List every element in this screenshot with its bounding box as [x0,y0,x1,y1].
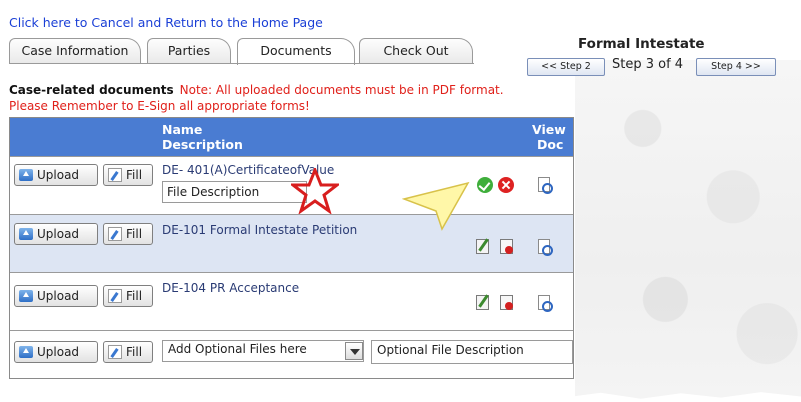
optional-file-description-input[interactable]: Optional File Description [371,340,573,364]
upload-icon [19,346,33,358]
tab-label: Case Information [21,43,129,58]
upload-button[interactable]: Upload [14,164,98,186]
tab-parties[interactable]: Parties [147,38,231,64]
file-description-input[interactable] [162,181,307,203]
upload-icon [19,290,33,302]
documents-table: Name Description View Doc Upload Fill DE… [9,117,574,379]
upload-label: Upload [37,168,80,182]
upload-label: Upload [37,289,80,303]
background-texture [575,60,801,402]
upload-icon [19,228,33,240]
upload-icon [19,169,33,181]
tab-check-out[interactable]: Check Out [359,38,473,64]
view-document-icon[interactable] [538,177,553,194]
form-title: Formal Intestate [578,36,705,52]
document-name: DE-104 PR Acceptance [162,281,300,295]
fill-label: Fill [126,289,143,303]
cancel-return-home-link[interactable]: Click here to Cancel and Return to the H… [9,15,323,30]
documents-notice: Case-related documents Note: All uploaded… [9,83,504,97]
fill-form-icon [108,227,122,241]
select-value: Add Optional Files here [168,342,307,356]
tab-label: Check Out [383,43,449,58]
fill-button[interactable]: Fill [103,223,153,245]
header-view: View [532,122,566,137]
table-row: Upload Fill DE-104 PR Acceptance [10,272,573,330]
tab-documents[interactable]: Documents [237,38,355,65]
next-step-button[interactable]: Step 4 >> [696,58,776,76]
documents-heading: Case-related documents [9,83,174,97]
optional-files-select[interactable]: Add Optional Files here [162,340,364,362]
table-header: Name Description View Doc [10,118,573,156]
callout-arrow-icon [402,181,470,231]
upload-button[interactable]: Upload [14,341,98,363]
step-indicator: Step 3 of 4 [612,57,684,72]
edit-icon[interactable] [476,239,489,254]
fill-form-icon [108,345,122,359]
fill-button[interactable]: Fill [103,341,153,363]
tab-divider [9,63,474,64]
view-document-icon[interactable] [538,295,553,312]
prev-step-button[interactable]: << Step 2 [527,58,605,76]
fill-label: Fill [126,168,143,182]
tab-label: Documents [260,43,332,58]
chevron-down-icon[interactable] [345,342,363,360]
confirm-icon[interactable] [477,177,493,193]
delete-icon[interactable] [500,239,513,254]
upload-label: Upload [37,345,80,359]
delete-icon[interactable] [500,295,513,310]
cancel-icon[interactable] [498,177,514,193]
fill-form-icon [108,289,122,303]
fill-label: Fill [126,227,143,241]
document-name: DE-101 Formal Intestate Petition [162,223,358,237]
esign-reminder: Please Remember to E-Sign all appropriat… [9,99,310,113]
tab-case-information[interactable]: Case Information [9,38,141,64]
header-doc: Doc [537,137,564,152]
upload-label: Upload [37,227,80,241]
table-row: Upload Fill DE-101 Formal Intestate Peti… [10,214,573,272]
upload-button[interactable]: Upload [14,223,98,245]
pdf-format-note: Note: All uploaded documents must be in … [179,83,504,97]
fill-label: Fill [126,345,143,359]
input-value: Optional File Description [377,343,524,357]
table-row: Upload Fill Add Optional Files here Opti… [10,330,573,378]
fill-button[interactable]: Fill [103,285,153,307]
header-description: Description [162,137,243,152]
edit-icon[interactable] [476,295,489,310]
view-document-icon[interactable] [538,239,553,256]
tab-label: Parties [167,43,211,58]
star-icon [291,168,339,214]
fill-form-icon [108,168,122,182]
fill-button[interactable]: Fill [103,164,153,186]
header-name: Name [162,122,203,137]
upload-button[interactable]: Upload [14,285,98,307]
